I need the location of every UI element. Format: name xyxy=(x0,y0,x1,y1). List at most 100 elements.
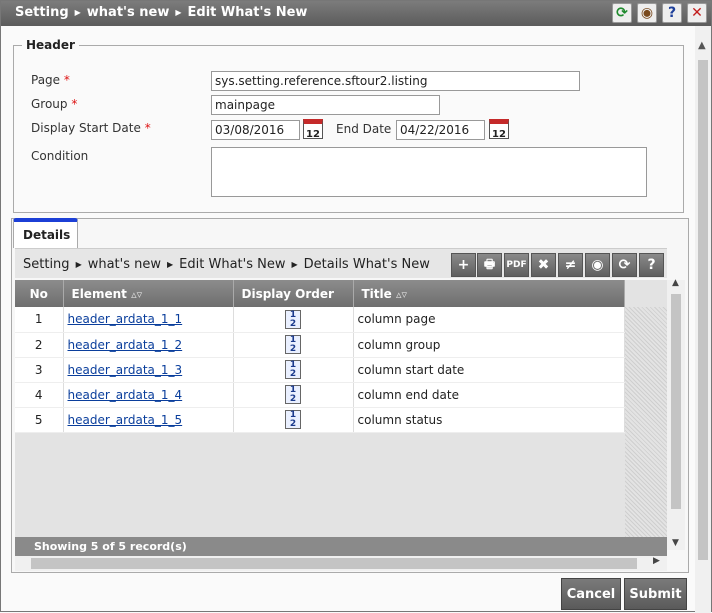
print-button[interactable]: 🖶 xyxy=(477,253,502,277)
element-link[interactable]: header_ardata_1_2 xyxy=(68,338,183,352)
details-table: No Element ▵▿ Display Order Title ▵▿ 1 h… xyxy=(15,280,625,433)
grid-vertical-scrollbar[interactable]: ▲ ▼ xyxy=(667,278,685,550)
condition-textarea[interactable] xyxy=(211,147,647,197)
details-toolbar: Setting ▶ what's new ▶ Edit What's New ▶ Detai… xyxy=(15,248,667,278)
row-no: 5 xyxy=(15,407,64,433)
column-header-no: No xyxy=(15,280,64,307)
refresh-button[interactable]: ⟳ xyxy=(612,253,637,277)
scroll-down-icon[interactable]: ▼ xyxy=(672,538,679,548)
pdf-button[interactable]: PDF xyxy=(504,253,529,277)
sort-icon[interactable]: ▵▿ xyxy=(396,288,407,301)
table-header-row: No Element ▵▿ Display Order Title ▵▿ xyxy=(15,280,625,307)
breadcrumb-arrow-icon: ▶ xyxy=(75,260,82,269)
scroll-up-icon[interactable]: ▲ xyxy=(698,40,706,51)
breadcrumb-arrow-icon: ▶ xyxy=(74,8,81,17)
support-icon: ◉ xyxy=(640,5,654,21)
breadcrumb-arrow-icon: ▶ xyxy=(291,260,298,269)
grid-horizontal-scrollbar[interactable]: ▶ xyxy=(15,556,667,571)
display-order-icon[interactable]: 1 2 xyxy=(285,335,301,354)
scroll-right-icon[interactable]: ▶ xyxy=(653,556,660,566)
excel-button[interactable]: ✖ xyxy=(531,253,556,277)
refresh-icon: ⟳ xyxy=(616,5,628,21)
display-order-icon[interactable]: 1 2 xyxy=(285,385,301,404)
start-date-label: Display Start Date * xyxy=(31,121,151,135)
add-icon: + xyxy=(457,257,470,273)
row-no: 2 xyxy=(15,332,64,358)
support-button[interactable]: ◉ xyxy=(637,3,657,23)
breadcrumb-edit-whats-new: Edit What's New xyxy=(187,5,308,20)
element-link[interactable]: header_ardata_1_4 xyxy=(68,388,183,402)
breadcrumb-arrow-icon: ▶ xyxy=(167,260,174,269)
sort-icon[interactable]: ▵▿ xyxy=(131,288,142,301)
table-row: 1 header_ardata_1_1 1 2 column page xyxy=(15,307,625,333)
details-crumb-setting[interactable]: Setting xyxy=(23,257,70,272)
details-breadcrumb: Setting ▶ what's new ▶ Edit What's New ▶ Detai… xyxy=(23,257,430,272)
scroll-up-icon[interactable]: ▲ xyxy=(672,278,679,288)
help-icon: ? xyxy=(647,257,656,273)
close-button[interactable]: ✕ xyxy=(687,3,707,23)
print-icon: 🖶 xyxy=(483,256,496,271)
breadcrumb-setting[interactable]: Setting xyxy=(15,5,69,20)
page-input[interactable] xyxy=(211,71,580,91)
row-title: column page xyxy=(353,307,625,333)
row-no: 1 xyxy=(15,307,64,333)
end-date-input[interactable] xyxy=(396,120,485,140)
help-button[interactable]: ? xyxy=(639,253,664,277)
scrollbar-thumb[interactable] xyxy=(698,60,708,560)
row-no: 4 xyxy=(15,382,64,408)
support-icon: ◉ xyxy=(591,257,604,273)
end-date-label: End Date xyxy=(336,122,392,136)
excel-icon: ✖ xyxy=(537,257,550,273)
help-button[interactable]: ? xyxy=(662,3,682,23)
page-label: Page * xyxy=(31,73,70,87)
help-icon: ? xyxy=(667,5,677,21)
row-no: 3 xyxy=(15,357,64,383)
table-row: 4 header_ardata_1_4 1 2 column end date xyxy=(15,382,625,408)
group-input[interactable] xyxy=(211,95,440,115)
display-order-icon[interactable]: 1 2 xyxy=(285,360,301,379)
pdf-icon: PDF xyxy=(506,260,527,270)
submit-button[interactable]: Submit xyxy=(624,578,687,610)
record-status: Showing 5 of 5 record(s) xyxy=(15,537,667,556)
page-vertical-scrollbar[interactable]: ▲ xyxy=(695,26,711,613)
row-title: column status xyxy=(353,407,625,433)
row-title: column group xyxy=(353,332,625,358)
refresh-button[interactable]: ⟳ xyxy=(612,3,632,23)
cancel-button[interactable]: Cancel xyxy=(561,578,621,610)
content-area: Header Page * Group * Display Start Date… xyxy=(1,26,701,613)
title-bar: Setting ▶ what's new ▶ Edit What's New ⟳ ◉ ?… xyxy=(1,1,711,26)
column-header-display-order: Display Order xyxy=(233,280,354,307)
calendar-icon[interactable]: 12 xyxy=(303,119,323,140)
details-crumb-edit[interactable]: Edit What's New xyxy=(179,257,285,272)
column-header-title[interactable]: Title ▵▿ xyxy=(353,280,625,307)
row-title: column start date xyxy=(353,357,625,383)
scrollbar-thumb[interactable] xyxy=(671,294,681,509)
breadcrumb-arrow-icon: ▶ xyxy=(175,8,182,17)
table-row: 5 header_ardata_1_5 1 2 column status xyxy=(15,407,625,433)
element-link[interactable]: header_ardata_1_5 xyxy=(68,413,183,427)
breadcrumb-whats-new[interactable]: what's new xyxy=(87,5,170,20)
display-order-icon[interactable]: 1 2 xyxy=(285,309,301,329)
condition-label: Condition xyxy=(31,149,89,163)
support-button[interactable]: ◉ xyxy=(585,253,610,277)
column-header-element[interactable]: Element ▵▿ xyxy=(63,280,234,307)
details-crumb-details: Details What's New xyxy=(303,257,430,272)
table-row: 2 header_ardata_1_2 1 2 column group xyxy=(15,332,625,358)
add-button[interactable]: + xyxy=(451,253,476,277)
header-legend: Header xyxy=(26,38,75,52)
details-crumb-whats-new[interactable]: what's new xyxy=(88,257,161,272)
details-grid: No Element ▵▿ Display Order Title ▵▿ 1 h… xyxy=(15,280,667,538)
header-fieldset: Header Page * Group * Display Start Date… xyxy=(13,38,684,213)
grid-filler xyxy=(625,307,667,537)
close-icon: ✕ xyxy=(691,5,703,21)
row-title: column end date xyxy=(353,382,625,408)
sort-button[interactable]: ≠ xyxy=(558,253,583,277)
tab-details[interactable]: Details xyxy=(13,218,78,248)
element-link[interactable]: header_ardata_1_1 xyxy=(68,312,183,326)
start-date-input[interactable] xyxy=(211,120,300,140)
refresh-icon: ⟳ xyxy=(618,257,631,273)
scrollbar-thumb[interactable] xyxy=(31,558,637,569)
element-link[interactable]: header_ardata_1_3 xyxy=(68,363,183,377)
calendar-icon[interactable]: 12 xyxy=(489,119,509,140)
display-order-icon[interactable]: 1 2 xyxy=(285,410,301,429)
